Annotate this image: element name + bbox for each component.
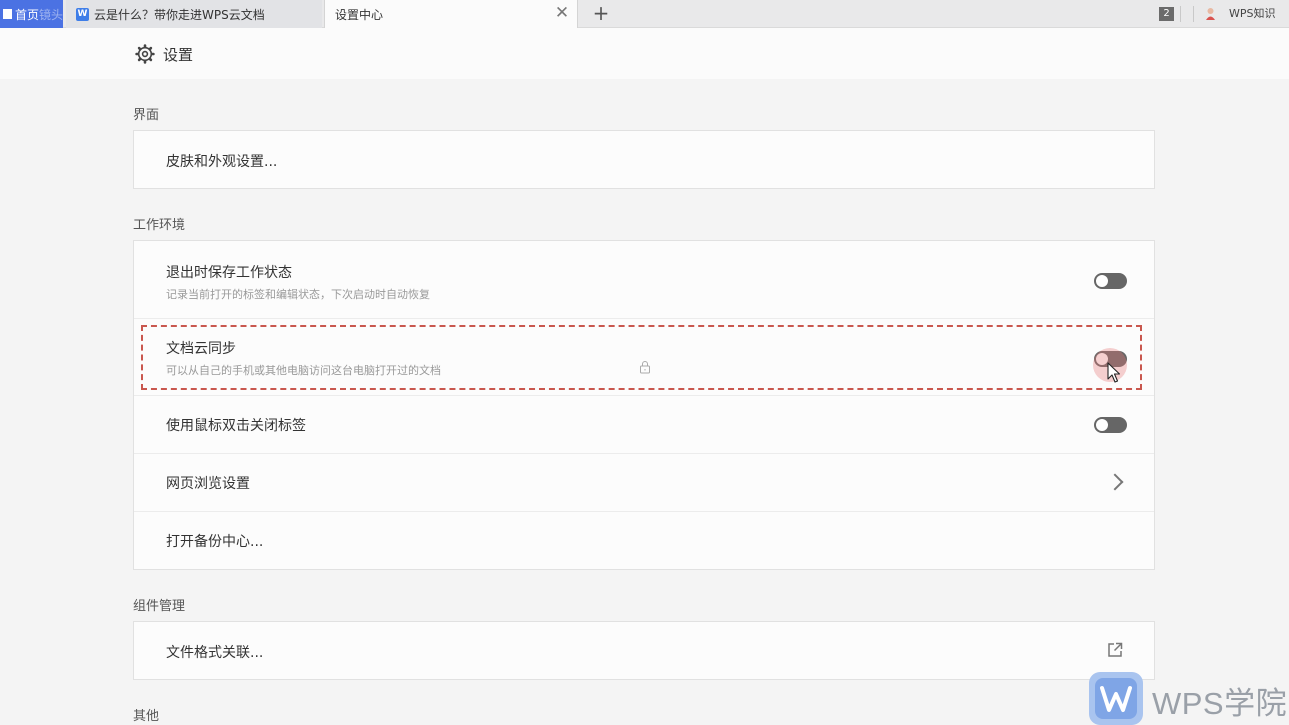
tab-separator xyxy=(1193,6,1194,22)
tab-home-label: 首页 xyxy=(15,7,40,22)
save-work-state-row: 退出时保存工作状态 记录当前打开的标签和编辑状态，下次启动时自动恢复 xyxy=(134,241,1154,319)
tab-separator xyxy=(1180,6,1181,22)
wps-doc-icon: W xyxy=(76,7,89,21)
page-title: 设置 xyxy=(163,46,194,64)
section-title-other: 其他 xyxy=(133,709,160,724)
home-icon xyxy=(3,9,12,19)
save-work-state-toggle[interactable] xyxy=(1094,273,1127,289)
workspace-card: 退出时保存工作状态 记录当前打开的标签和编辑状态，下次启动时自动恢复 文档云同步… xyxy=(133,240,1155,570)
save-work-state-desc: 记录当前打开的标签和编辑状态，下次启动时自动恢复 xyxy=(166,288,430,301)
mouse-cursor-icon xyxy=(1107,362,1121,383)
tab-bar: 首页 镜头 W 云是什么？带你走进WPS云文档 设置中心 ✕ + 2 WPS知识 xyxy=(0,0,1289,28)
backup-center-label: 打开备份中心... xyxy=(166,534,264,550)
tab-wps-cloud-doc[interactable]: W 云是什么？带你走进WPS云文档 xyxy=(66,0,322,28)
user-name[interactable]: WPS知识 xyxy=(1229,5,1276,21)
file-association-label: 文件格式关联... xyxy=(166,645,264,661)
section-title-workspace: 工作环境 xyxy=(133,218,186,233)
settings-header: 设置 xyxy=(0,28,1289,79)
tab-home-label-dim: 镜头 xyxy=(39,7,64,22)
window-count-badge[interactable]: 2 xyxy=(1159,7,1174,21)
skin-appearance-row[interactable]: 皮肤和外观设置... xyxy=(134,131,1154,188)
highlight-annotation xyxy=(141,325,1142,390)
tab-home[interactable]: 首页 镜头 xyxy=(0,0,63,28)
tab-settings-label: 设置中心 xyxy=(335,7,384,22)
user-avatar-icon[interactable] xyxy=(1205,7,1216,20)
double-click-close-tab-row: 使用鼠标双击关闭标签 xyxy=(134,396,1154,454)
tab-settings-center[interactable]: 设置中心 ✕ xyxy=(324,0,578,28)
file-association-row[interactable]: 文件格式关联... xyxy=(134,622,1154,679)
web-browse-settings-row[interactable]: 网页浏览设置 xyxy=(134,454,1154,512)
chevron-right-icon xyxy=(1106,473,1124,491)
gear-icon xyxy=(135,44,155,64)
skin-appearance-label: 皮肤和外观设置... xyxy=(166,154,278,170)
backup-center-row[interactable]: 打开备份中心... xyxy=(134,512,1154,569)
new-tab-icon[interactable]: + xyxy=(590,2,612,24)
wps-academy-watermark: WPS学院 xyxy=(1152,686,1288,721)
section-title-interface: 界面 xyxy=(133,108,160,123)
tab-doc-label: 云是什么？带你走进WPS云文档 xyxy=(94,7,265,22)
wps-academy-logo-icon xyxy=(1089,672,1143,725)
components-card: 文件格式关联... xyxy=(133,621,1155,680)
interface-card: 皮肤和外观设置... xyxy=(133,130,1155,189)
double-click-close-tab-label: 使用鼠标双击关闭标签 xyxy=(166,418,306,434)
double-click-close-tab-toggle[interactable] xyxy=(1094,417,1127,433)
section-title-components: 组件管理 xyxy=(133,599,186,614)
external-link-icon xyxy=(1108,642,1123,657)
web-browse-settings-label: 网页浏览设置 xyxy=(166,476,250,492)
close-tab-icon[interactable]: ✕ xyxy=(553,4,571,22)
save-work-state-label: 退出时保存工作状态 xyxy=(166,265,292,281)
